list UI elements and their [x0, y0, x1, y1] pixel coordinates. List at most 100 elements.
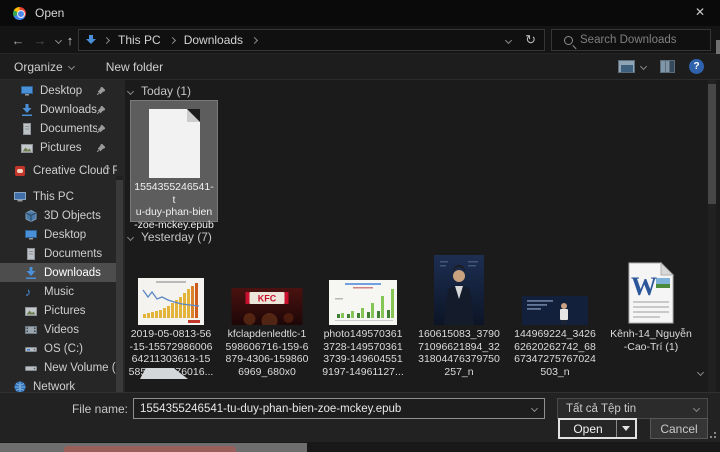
breadcrumb-downloads[interactable]: Downloads [180, 33, 247, 47]
documents-icon [21, 122, 33, 135]
address-bar-row: ← → ↑ This PC Downloads ↻ [0, 26, 720, 80]
desktop-icon [21, 85, 33, 97]
documents-icon [25, 247, 37, 260]
navigation-pane: Desktop Downloads Documents Pictures Cre… [0, 80, 125, 392]
downloads-location-icon [85, 34, 96, 46]
chevron-down-icon [639, 62, 648, 71]
kfc-photo-thumbnail: KFC [231, 288, 303, 325]
pin-icon [97, 86, 105, 95]
chevron-right-icon[interactable] [168, 36, 176, 44]
this-pc-icon [14, 191, 26, 203]
sidebar-item-videos[interactable]: Videos [0, 320, 117, 339]
sidebar-item-os-c[interactable]: OS (C:) [0, 339, 117, 358]
help-icon[interactable]: ? [689, 59, 704, 74]
file-tile-chart1[interactable]: 2019-05-0813-56 -15-15572986006 64211303… [125, 245, 217, 378]
sidebar-item-downloads[interactable]: Downloads [0, 263, 117, 282]
sidebar-item-desktop[interactable]: Desktop [0, 225, 117, 244]
pin-icon [97, 124, 105, 133]
orange-bar-chart-thumbnail [138, 278, 204, 325]
group-header-today[interactable]: Today (1) [126, 84, 191, 98]
file-tile-chart2[interactable]: photo149570361 3728-149570361 3739-14960… [317, 245, 409, 378]
chevron-right-icon[interactable] [102, 36, 111, 44]
collapse-chevron-icon [126, 87, 135, 95]
thumbnails-view-button[interactable] [618, 60, 648, 73]
creative-cloud-icon [14, 165, 26, 177]
command-toolbar: Organize New folder ? [0, 54, 720, 80]
group-header-yesterday[interactable]: Yesterday (7) [126, 230, 212, 244]
file-name: photo149570361 3728-149570361 3739-14960… [322, 328, 404, 378]
downloads-icon [25, 266, 37, 279]
sidebar-item-3d-objects[interactable]: 3D Objects [0, 206, 117, 225]
chevron-down-icon [622, 426, 630, 431]
pin-icon [97, 143, 105, 152]
chevron-down-icon [692, 404, 701, 413]
file-name-dropdown-icon[interactable] [530, 404, 539, 413]
file-tile-kfc[interactable]: KFC kfclapdenledtlc-1 598606716-159-6 87… [221, 245, 313, 378]
group-header-label: Yesterday (7) [141, 230, 212, 244]
back-icon[interactable]: ← [8, 29, 28, 51]
pictures-icon [21, 142, 33, 154]
open-split-button: Open [558, 418, 637, 439]
svg-text:W: W [631, 272, 657, 301]
file-name: Kênh-14_Nguyễn -Cao-Trí (1) [610, 328, 692, 353]
details-view-icon[interactable] [660, 60, 675, 73]
file-tile-word-doc[interactable]: W Kênh-14_Nguyễn -Cao-Trí (1) [605, 245, 697, 370]
sidebar-item-documents[interactable]: Documents [0, 244, 117, 263]
sidebar-item-documents-qa[interactable]: Documents [0, 119, 117, 138]
desktop-icon [25, 229, 37, 241]
word-document-icon: W [623, 261, 679, 325]
address-dropdown-icon[interactable] [505, 36, 513, 44]
sidebar-item-this-pc[interactable]: This PC [0, 187, 117, 206]
chrome-app-icon [13, 6, 26, 20]
cube-icon [25, 209, 37, 222]
resize-grip[interactable] [708, 432, 716, 440]
sidebar-item-music[interactable]: ♪ Music [0, 282, 117, 301]
thumbnails-view-icon [618, 60, 635, 73]
forward-icon[interactable]: → [30, 29, 50, 51]
portrait-photo-thumbnail [434, 255, 484, 325]
up-icon[interactable]: ↑ [60, 29, 80, 51]
svg-text:KFC: KFC [258, 294, 277, 304]
open-dialog: Open ✕ ← → ↑ This PC Downloads ↻ Organiz… [0, 0, 720, 452]
sidebar-item-creative-cloud[interactable]: Creative Cloud File [0, 161, 117, 180]
downloads-icon [21, 103, 33, 116]
collapse-chevron-icon [126, 233, 135, 241]
open-button[interactable]: Open [560, 420, 616, 437]
file-name: 144969224_3426 62620262742_68 6734727576… [514, 328, 596, 378]
network-globe-icon [14, 381, 26, 392]
sidebar-scrollbar-thumb[interactable] [116, 180, 123, 392]
refresh-icon[interactable]: ↻ [525, 32, 536, 48]
file-tile-epub[interactable]: 1554355246541-t u-duy-phan-bien -zoe-mck… [130, 100, 218, 231]
sidebar-item-desktop-qa[interactable]: Desktop [0, 81, 117, 100]
dialog-footer: File name: Tất cả Tệp tin Open Cancel [0, 392, 720, 442]
file-name-combo [133, 398, 545, 419]
search-box[interactable] [551, 29, 711, 51]
search-input[interactable] [580, 34, 690, 46]
sidebar-item-network[interactable]: Network [0, 377, 117, 392]
file-tile-portrait[interactable]: 160615083_3790 71096621894_32 3180447637… [413, 245, 505, 378]
file-type-select[interactable]: Tất cả Tệp tin [557, 398, 708, 419]
cancel-button[interactable]: Cancel [650, 418, 708, 439]
search-icon [564, 35, 573, 45]
file-name-input[interactable] [134, 402, 532, 415]
open-dropdown-button[interactable] [616, 420, 635, 437]
organize-button[interactable]: Organize [4, 54, 84, 79]
close-icon[interactable]: ✕ [684, 0, 716, 24]
sidebar-item-pictures-qa[interactable]: Pictures [0, 138, 117, 157]
file-list-scrollbar-thumb[interactable] [708, 84, 716, 204]
epub-file-icon [149, 109, 200, 178]
file-tile-presentation[interactable]: 144969224_3426 62620262742_68 6734727576… [509, 245, 601, 378]
chevron-right-icon[interactable] [251, 36, 259, 44]
sidebar-item-downloads-qa[interactable]: Downloads [0, 100, 117, 119]
new-folder-label: New folder [105, 59, 164, 74]
sidebar-item-pictures[interactable]: Pictures [0, 301, 117, 320]
new-folder-button[interactable]: New folder [96, 54, 173, 79]
file-name: 1554355246541-t u-duy-phan-bien -zoe-mck… [134, 181, 214, 231]
file-name: kfclapdenledtlc-1 598606716-159-6 879-43… [225, 328, 309, 378]
sidebar-item-new-volume-f[interactable]: New Volume (F:) [0, 358, 117, 377]
file-list: Today (1) 1554355246541-t u-duy-phan-bie… [125, 80, 708, 392]
breadcrumb[interactable]: This PC Downloads ↻ [78, 29, 545, 51]
drive-icon [25, 343, 37, 355]
breadcrumb-this-pc[interactable]: This PC [114, 33, 165, 47]
list-scroll-down-icon[interactable] [696, 368, 705, 377]
